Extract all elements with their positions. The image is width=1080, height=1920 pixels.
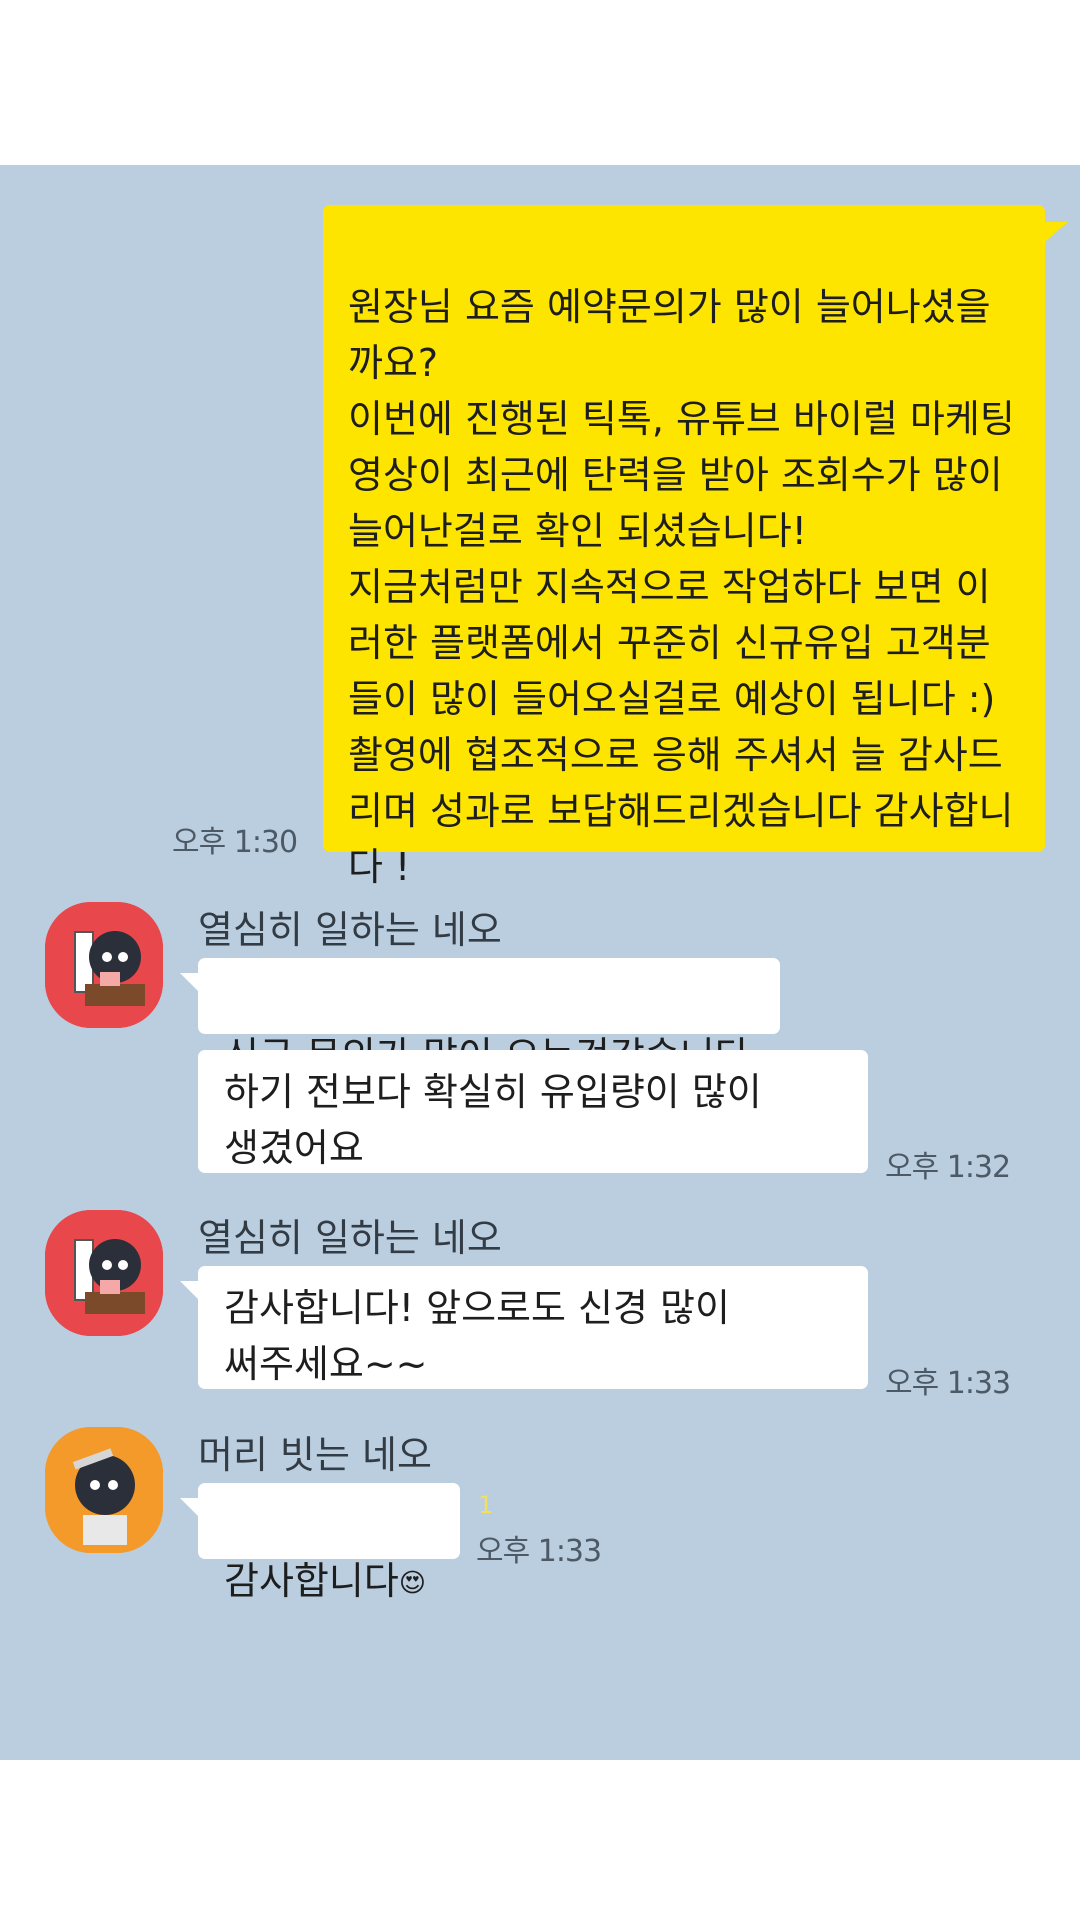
neo-working-avatar-icon[interactable]	[45, 1210, 163, 1336]
incoming-bubble-tail	[180, 1281, 202, 1303]
chat-message-area[interactable]: 원장님 요즘 예약문의가 많이 늘어나셨을까요? 이번에 진행된 틱톡, 유튜브…	[0, 165, 1080, 1760]
incoming-message-bubble[interactable]: 감사합니다! 앞으로도 신경 많이 써주세요~~	[198, 1266, 868, 1389]
incoming-message-text: 하기 전보다 확실히 유입량이 많이 생겼어요	[224, 1070, 762, 1170]
neo-working-avatar-icon[interactable]	[45, 902, 163, 1028]
neo-combing-avatar-icon[interactable]	[45, 1427, 163, 1553]
incoming-message-bubble[interactable]: 하기 전보다 확실히 유입량이 많이 생겼어요	[198, 1050, 868, 1173]
incoming-bubble-tail	[180, 1498, 202, 1520]
message-time: 오후 1:32	[885, 1150, 1011, 1185]
message-time: 오후 1:33	[476, 1534, 602, 1569]
incoming-bubble-tail	[180, 973, 202, 995]
sender-name: 열심히 일하는 네오	[198, 908, 502, 952]
outgoing-message-time: 오후 1:30	[172, 825, 298, 860]
sender-name: 머리 빗는 네오	[198, 1433, 432, 1477]
incoming-message-bubble[interactable]: 감사합니다😍	[198, 1483, 460, 1603]
incoming-message-text: 감사합니다	[224, 1559, 399, 1603]
message-time: 오후 1:33	[885, 1366, 1011, 1401]
incoming-message-text: 감사합니다! 앞으로도 신경 많이 써주세요~~	[224, 1286, 730, 1386]
chat-screen: 원장님 요즘 예약문의가 많이 늘어나셨을까요? 이번에 진행된 틱톡, 유튜브…	[0, 0, 1080, 1920]
outgoing-bubble-tail	[1040, 222, 1068, 246]
emoji-icon: 😍	[398, 1568, 426, 1599]
outgoing-message-bubble[interactable]: 원장님 요즘 예약문의가 많이 늘어나셨을까요? 이번에 진행된 틱톡, 유튜브…	[323, 205, 1045, 889]
sender-name: 열심히 일하는 네오	[198, 1216, 502, 1260]
incoming-message-bubble[interactable]: 신규 문의가 많이 오는것같습니다	[198, 958, 780, 1078]
outgoing-message-text: 원장님 요즘 예약문의가 많이 늘어나셨을까요? 이번에 진행된 틱톡, 유튜브…	[348, 285, 1015, 889]
unread-count-badge: 1	[478, 1491, 494, 1519]
